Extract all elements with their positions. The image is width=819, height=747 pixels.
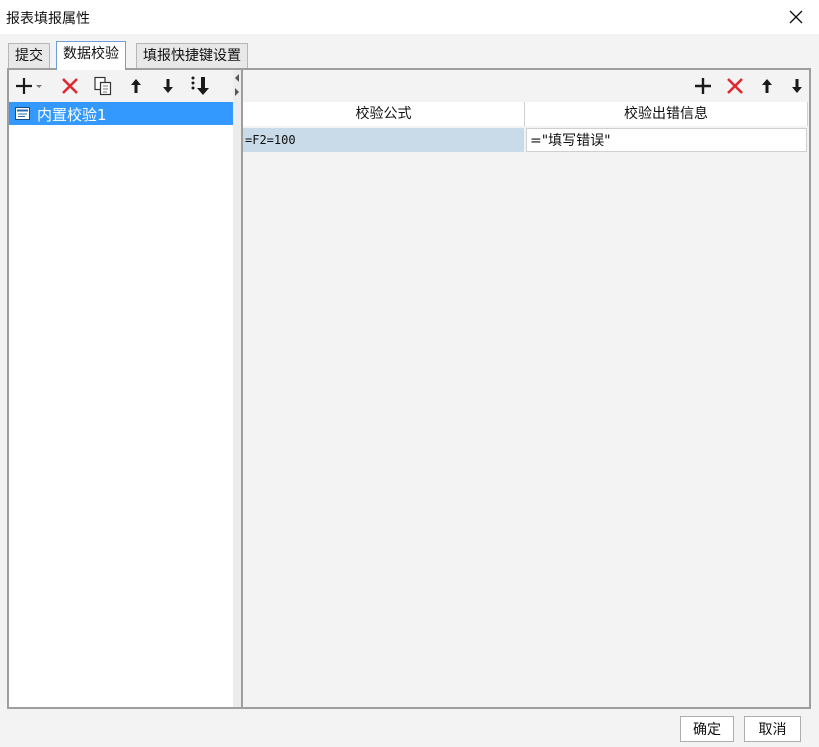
column-header-error-message[interactable]: 校验出错信息 <box>525 102 808 126</box>
right-move-down-button[interactable] <box>786 75 808 97</box>
left-toolbar <box>9 70 233 102</box>
move-up-icon <box>131 79 141 93</box>
tab-data-validation[interactable]: 数据校验 <box>56 41 126 70</box>
left-move-down-button[interactable] <box>157 75 179 97</box>
right-add-button[interactable] <box>692 75 714 97</box>
column-header-formula[interactable]: 校验公式 <box>243 102 525 126</box>
copy-icon <box>94 76 112 96</box>
tab-shortcut-settings[interactable]: 填报快捷键设置 <box>136 43 248 69</box>
right-move-up-button[interactable] <box>756 75 778 97</box>
collapse-left-icon <box>235 74 239 82</box>
add-icon <box>695 78 711 94</box>
formula-cell[interactable]: =F2=100 <box>243 128 524 152</box>
tab-submit[interactable]: 提交 <box>8 43 50 69</box>
validation-list-pane: 内置校验1 <box>9 70 233 707</box>
left-delete-button[interactable] <box>59 75 81 97</box>
move-down-icon <box>792 79 802 93</box>
left-move-up-button[interactable] <box>125 75 147 97</box>
move-bottom-icon <box>191 76 209 95</box>
move-down-icon <box>163 79 173 93</box>
add-dropdown-button[interactable] <box>15 75 45 97</box>
tab-content-panel: 内置校验1 校验公式 校验出错信息 =F2=100 ="填写错误" <box>7 68 811 709</box>
window-title: 报表填报属性 <box>6 11 90 27</box>
check-item-icon <box>15 107 30 120</box>
delete-icon <box>62 78 78 94</box>
delete-icon <box>727 78 743 94</box>
move-up-icon <box>762 79 772 93</box>
cancel-button[interactable]: 取消 <box>744 716 801 742</box>
pane-splitter[interactable] <box>233 70 241 707</box>
close-button[interactable] <box>773 0 819 34</box>
expand-right-icon <box>235 88 239 96</box>
ok-button[interactable]: 确定 <box>680 716 734 742</box>
list-item[interactable]: 内置校验1 <box>9 102 233 125</box>
right-delete-button[interactable] <box>724 75 746 97</box>
validation-list: 内置校验1 <box>9 102 233 707</box>
add-dropdown-icon <box>16 78 42 94</box>
right-toolbar <box>243 70 809 100</box>
title-bar: 报表填报属性 <box>0 0 819 34</box>
copy-button[interactable] <box>92 75 114 97</box>
move-to-bottom-button[interactable] <box>189 75 211 97</box>
list-item-label: 内置校验1 <box>37 106 107 124</box>
close-icon <box>789 10 803 24</box>
error-message-cell[interactable]: ="填写错误" <box>526 128 807 152</box>
formula-pane: 校验公式 校验出错信息 =F2=100 ="填写错误" <box>243 70 809 707</box>
